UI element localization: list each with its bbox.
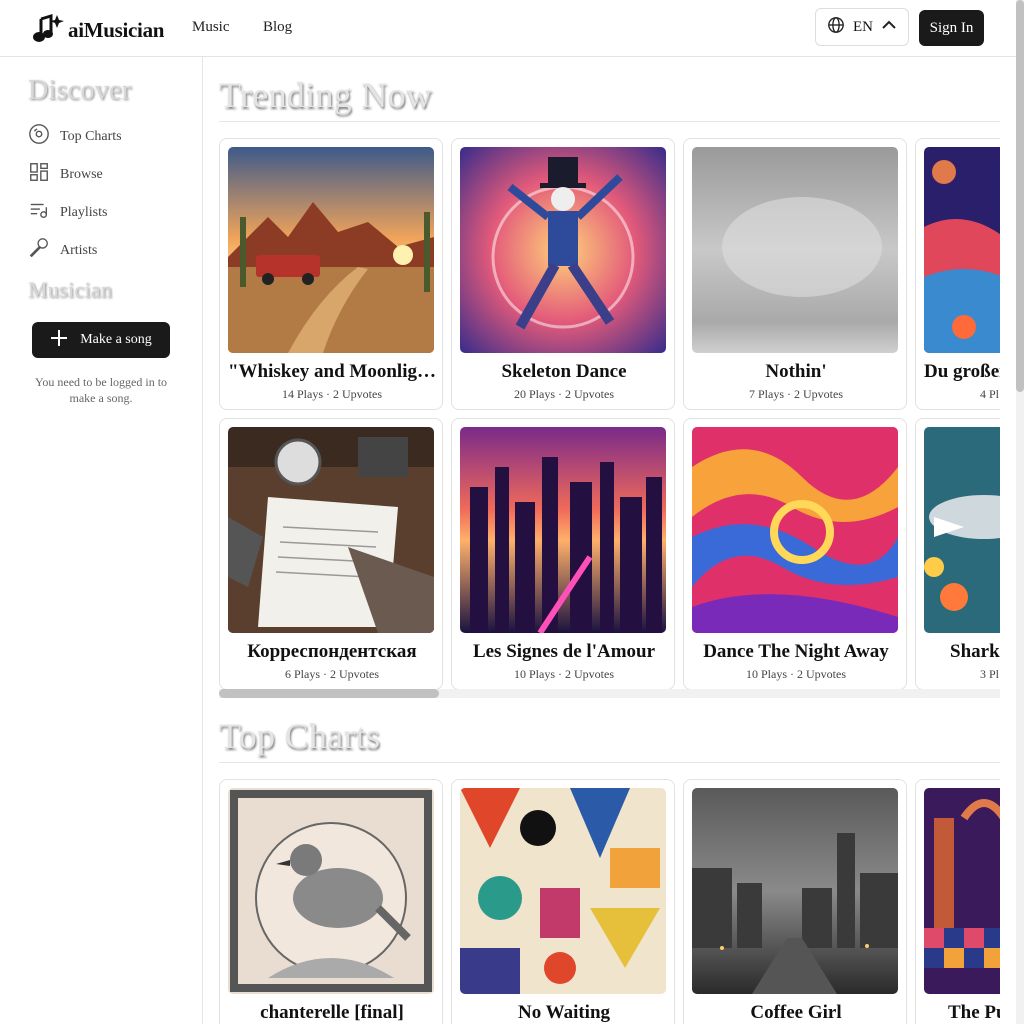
- song-cover-art: [228, 788, 434, 994]
- song-title: Dance The Night Away: [703, 641, 889, 662]
- song-card[interactable]: Du großer 4 Pl: [915, 138, 1000, 410]
- song-stats: 6 Plays · 2 Upvotes: [285, 667, 379, 681]
- microphone-icon: [28, 237, 50, 264]
- brand-logo[interactable]: aiMusician: [32, 13, 164, 48]
- sidebar-item-label: Top Charts: [60, 128, 122, 144]
- song-stats: 20 Plays · 2 Upvotes: [514, 387, 614, 401]
- song-card[interactable]: Shark' 3 Pl: [915, 418, 1000, 690]
- song-cover-art: [924, 788, 1000, 994]
- song-cover-art: [692, 427, 898, 633]
- song-cover-art: [228, 427, 434, 633]
- song-title: Shark': [950, 641, 1000, 662]
- sidebar-item-playlists[interactable]: Playlists: [28, 199, 107, 226]
- song-title: The Pu: [948, 1002, 1000, 1023]
- song-title: Du großer: [924, 361, 1000, 382]
- song-stats: 4 Pl: [980, 387, 1000, 401]
- song-card[interactable]: Dance The Night Away 10 Plays · 2 Upvote…: [683, 418, 907, 690]
- song-cover-art: [692, 147, 898, 353]
- page-scrollbar-thumb[interactable]: [1016, 0, 1024, 392]
- sidebar-item-top-charts[interactable]: Top Charts: [28, 123, 122, 150]
- make-a-song-button[interactable]: Make a song: [32, 322, 170, 358]
- musician-heading: Musician: [28, 277, 113, 302]
- song-card[interactable]: Skeleton Dance 20 Plays · 2 Upvotes: [451, 138, 675, 410]
- chevron-up-icon: [881, 17, 897, 38]
- song-card[interactable]: No Waiting: [451, 779, 675, 1024]
- song-card[interactable]: chanterelle [final]: [219, 779, 443, 1024]
- song-stats: 10 Plays · 2 Upvotes: [746, 667, 846, 681]
- song-cover-art: [460, 427, 666, 633]
- sidebar-item-label: Playlists: [60, 204, 108, 220]
- sidebar-item-browse[interactable]: Browse: [28, 161, 103, 188]
- grid-icon: [28, 161, 50, 188]
- song-card[interactable]: Nothin' 7 Plays · 2 Upvotes: [683, 138, 907, 410]
- discover-heading: Discover: [28, 75, 132, 106]
- song-title: No Waiting: [517, 1002, 611, 1023]
- song-title: "Whiskey and Moonlig…: [228, 361, 436, 382]
- song-stats: 10 Plays · 2 Upvotes: [514, 667, 614, 681]
- sidebar-item-artists[interactable]: Artists: [28, 237, 97, 264]
- plus-icon: [50, 329, 68, 352]
- top-charts-heading: Top Charts: [219, 716, 381, 756]
- login-required-note: You need to be logged in to make a song.: [34, 375, 168, 405]
- trending-carousel: "Whiskey and Moonlig… 14 Plays · 2 Upvot…: [219, 138, 1000, 690]
- song-title: Skeleton Dance: [501, 361, 627, 382]
- language-code: EN: [853, 18, 873, 35]
- song-title: Les Signes de l'Amour: [472, 641, 656, 662]
- top-navigation-bar: aiMusician Music Blog EN Sign In: [0, 0, 1016, 57]
- brand-name: aiMusician: [68, 18, 165, 42]
- song-cover-art: [924, 427, 1000, 633]
- song-stats: 3 Pl: [980, 667, 1000, 681]
- song-cover-art: [692, 788, 898, 994]
- playlist-icon: [28, 199, 50, 226]
- sidebar-item-label: Artists: [60, 242, 98, 258]
- song-cover-art: [460, 147, 666, 353]
- page-scrollbar[interactable]: [1016, 0, 1024, 1024]
- song-title: Nothin': [765, 361, 827, 382]
- song-stats: 7 Plays · 2 Upvotes: [749, 387, 843, 401]
- song-title: Coffee Girl: [750, 1002, 842, 1023]
- song-card[interactable]: Корреспондентская 6 Plays · 2 Upvotes: [219, 418, 443, 690]
- section-divider: [219, 121, 1000, 122]
- song-title: chanterelle [final]: [260, 1002, 404, 1023]
- trending-horizontal-scrollbar[interactable]: [219, 689, 1000, 698]
- song-stats: 14 Plays · 2 Upvotes: [282, 387, 382, 401]
- section-divider: [219, 762, 1000, 763]
- language-selector[interactable]: EN: [815, 8, 909, 46]
- make-a-song-label: Make a song: [80, 332, 152, 347]
- globe-icon: [827, 16, 845, 39]
- song-card[interactable]: Les Signes de l'Amour 10 Plays · 2 Upvot…: [451, 418, 675, 690]
- song-title: Корреспондентская: [247, 641, 417, 662]
- disc-icon: [28, 123, 50, 150]
- nav-music-link[interactable]: Music: [192, 19, 230, 36]
- trending-now-heading: Trending Now: [219, 75, 433, 115]
- song-cover-art: [924, 147, 1000, 353]
- song-cover-art: [228, 147, 434, 353]
- sign-in-button[interactable]: Sign In: [919, 10, 984, 46]
- sidebar: Discover Top Charts Browse Playlists Art…: [0, 57, 203, 1024]
- top-charts-carousel: chanterelle [final] No Waiting Coffee Gi…: [219, 779, 1000, 1024]
- song-card[interactable]: Coffee Girl: [683, 779, 907, 1024]
- music-note-logo-icon: [32, 13, 64, 48]
- song-card[interactable]: "Whiskey and Moonlig… 14 Plays · 2 Upvot…: [219, 138, 443, 410]
- song-cover-art: [460, 788, 666, 994]
- nav-blog-link[interactable]: Blog: [263, 19, 292, 36]
- trending-scrollbar-thumb[interactable]: [219, 689, 439, 698]
- song-card[interactable]: The Pu: [915, 779, 1000, 1024]
- sidebar-item-label: Browse: [60, 166, 103, 182]
